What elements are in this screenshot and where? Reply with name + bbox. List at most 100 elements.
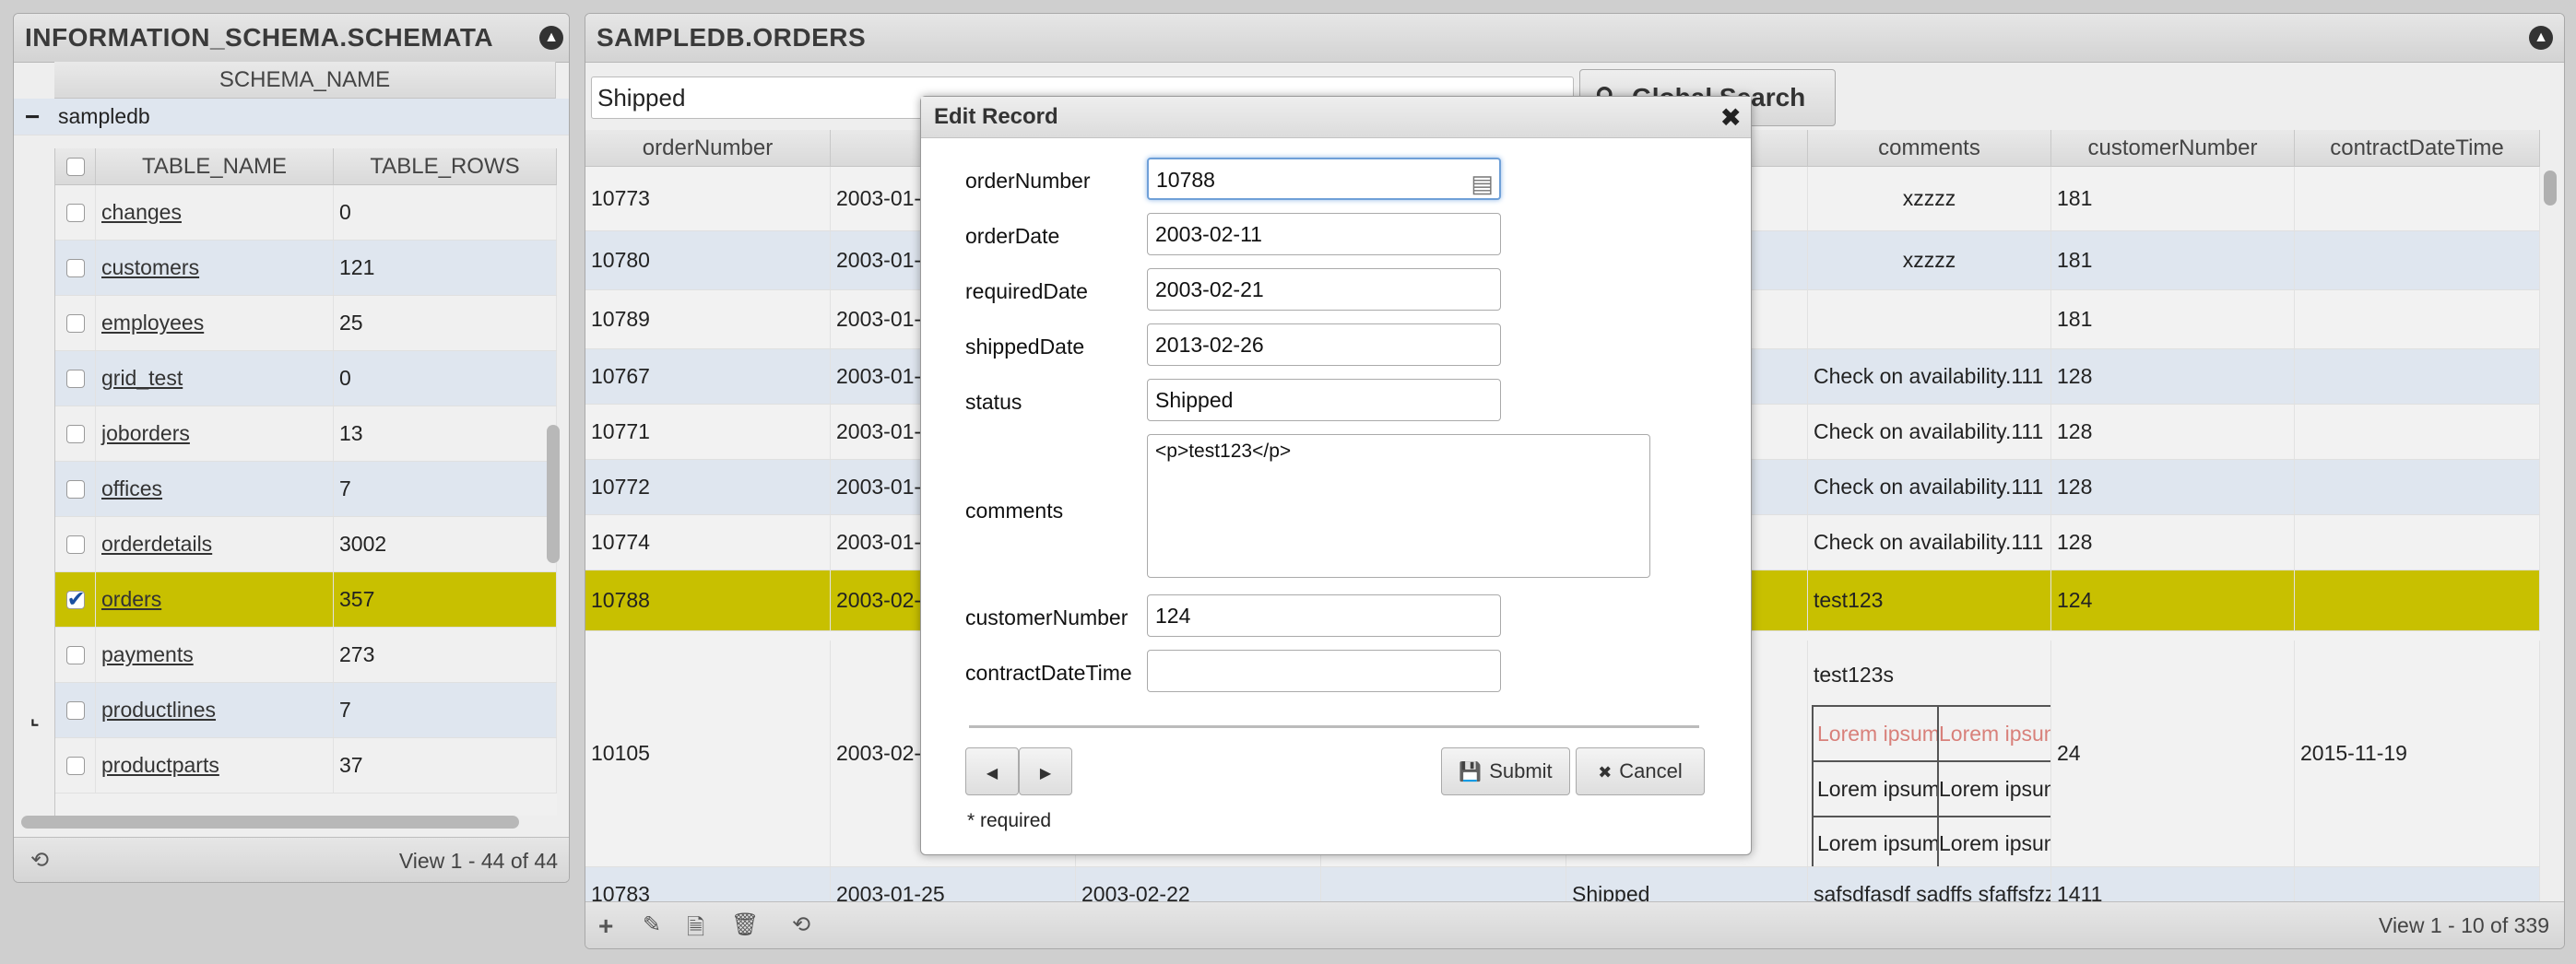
- submit-button[interactable]: 💾 Submit: [1441, 747, 1570, 795]
- orderdate-field[interactable]: 2003-02-11: [1147, 213, 1501, 255]
- status-field[interactable]: Shipped: [1147, 379, 1501, 421]
- table-name-cell[interactable]: productlines: [96, 683, 334, 737]
- column-header-ordernumber[interactable]: orderNumber: [585, 130, 831, 167]
- tables-vertical-scrollbar[interactable]: [547, 425, 560, 563]
- row-checkbox[interactable]: [65, 700, 85, 720]
- cell-customernumber: 24: [2051, 641, 2295, 866]
- row-checkbox[interactable]: [65, 586, 86, 613]
- table-name-cell[interactable]: joborders: [96, 406, 334, 461]
- cell-contractdatetime: [2295, 405, 2540, 459]
- table-name-cell[interactable]: changes: [96, 185, 334, 240]
- chevron-up-icon: ▲: [544, 29, 559, 45]
- select-all-header[interactable]: [55, 148, 96, 185]
- row-checkbox[interactable]: [65, 313, 85, 333]
- row-checkbox-cell[interactable]: [55, 572, 96, 627]
- close-dialog-icon[interactable]: ✖: [1720, 102, 1742, 133]
- column-header-comments[interactable]: comments: [1808, 130, 2051, 167]
- table-name-link[interactable]: productparts: [101, 753, 219, 778]
- row-checkbox-cell[interactable]: [55, 628, 96, 682]
- table-name-cell[interactable]: orders: [96, 572, 334, 627]
- comment-title: test123s: [1814, 663, 1894, 687]
- table-name-cell[interactable]: offices: [96, 462, 334, 516]
- table-row[interactable]: grid_test 0: [55, 351, 557, 406]
- orders-pager-text: View 1 - 10 of 339: [2379, 913, 2549, 937]
- row-checkbox[interactable]: [65, 258, 85, 277]
- contact-card-icon: ▤: [1471, 170, 1494, 197]
- cell-ordernumber: 10780: [585, 231, 831, 289]
- table-row[interactable]: offices 7: [55, 462, 557, 517]
- view-icon[interactable]: 🗎: [687, 911, 704, 948]
- refresh-icon[interactable]: ⟲: [792, 911, 810, 938]
- row-checkbox-cell[interactable]: [55, 296, 96, 350]
- comments-textarea[interactable]: <p>test123</p>: [1147, 434, 1650, 578]
- table-row[interactable]: productlines 7: [55, 683, 557, 738]
- row-checkbox-cell[interactable]: [55, 406, 96, 461]
- cell-ordernumber: 10789: [585, 290, 831, 348]
- add-icon[interactable]: +: [598, 911, 613, 941]
- column-header-customernumber[interactable]: customerNumber: [2051, 130, 2295, 167]
- table-name-link[interactable]: orders: [101, 587, 161, 612]
- edit-icon[interactable]: ✎: [643, 911, 661, 938]
- table-row[interactable]: orders 357: [55, 572, 557, 628]
- row-checkbox-cell[interactable]: [55, 241, 96, 295]
- row-checkbox-cell[interactable]: [55, 683, 96, 737]
- table-rows-cell: 7: [334, 683, 557, 737]
- row-checkbox[interactable]: [65, 203, 85, 222]
- table-row[interactable]: productparts 37: [55, 738, 557, 794]
- row-checkbox[interactable]: [65, 479, 85, 499]
- table-name-cell[interactable]: productparts: [96, 738, 334, 793]
- row-checkbox[interactable]: [65, 424, 85, 443]
- row-checkbox[interactable]: [65, 535, 85, 554]
- next-record-button[interactable]: ▶: [1019, 747, 1072, 795]
- refresh-icon[interactable]: ⟲: [30, 847, 49, 874]
- table-name-column-header[interactable]: TABLE_NAME: [96, 148, 334, 185]
- contractdatetime-field[interactable]: [1147, 650, 1501, 692]
- schema-name-column-header[interactable]: SCHEMA_NAME: [54, 62, 556, 99]
- table-name-link[interactable]: productlines: [101, 698, 216, 723]
- table-name-cell[interactable]: employees: [96, 296, 334, 350]
- row-checkbox-cell[interactable]: [55, 462, 96, 516]
- delete-icon[interactable]: 🗑: [731, 911, 759, 938]
- table-rows-column-header[interactable]: TABLE_ROWS: [334, 148, 557, 185]
- table-row[interactable]: joborders 13: [55, 406, 557, 462]
- table-name-cell[interactable]: orderdetails: [96, 517, 334, 571]
- table-name-cell[interactable]: grid_test: [96, 351, 334, 406]
- column-header-contractdatetime[interactable]: contractDateTime: [2295, 130, 2540, 167]
- ordernumber-field[interactable]: 10788 ▤: [1147, 158, 1501, 200]
- table-row[interactable]: employees 25: [55, 296, 557, 351]
- table-name-link[interactable]: joborders: [101, 421, 190, 446]
- table-name-cell[interactable]: customers: [96, 241, 334, 295]
- table-name-link[interactable]: offices: [101, 476, 162, 501]
- collapse-right-panel-button[interactable]: ▲: [2529, 26, 2553, 50]
- table-name-link[interactable]: grid_test: [101, 366, 183, 391]
- row-checkbox-cell[interactable]: [55, 351, 96, 406]
- table-row[interactable]: payments 273: [55, 628, 557, 683]
- table-row[interactable]: orderdetails 3002: [55, 517, 557, 572]
- table-row[interactable]: customers 121: [55, 241, 557, 296]
- collapse-left-panel-button[interactable]: ▲: [539, 26, 563, 50]
- shippeddate-field[interactable]: 2013-02-26: [1147, 323, 1501, 366]
- row-checkbox-cell[interactable]: [55, 738, 96, 793]
- table-name-link[interactable]: employees: [101, 311, 204, 335]
- table-name-cell[interactable]: payments: [96, 628, 334, 682]
- requireddate-field[interactable]: 2003-02-21: [1147, 268, 1501, 311]
- row-checkbox[interactable]: [65, 756, 85, 775]
- row-checkbox-cell[interactable]: [55, 517, 96, 571]
- customernumber-field[interactable]: 124: [1147, 594, 1501, 637]
- previous-record-button[interactable]: ◀: [965, 747, 1019, 795]
- expand-icon[interactable]: −: [25, 102, 40, 132]
- cell-ordernumber: 10773: [585, 167, 831, 230]
- cancel-button[interactable]: ✖ Cancel: [1576, 747, 1705, 795]
- schema-row[interactable]: − sampledb: [14, 99, 569, 135]
- row-checkbox[interactable]: [65, 645, 85, 664]
- table-name-link[interactable]: customers: [101, 255, 199, 280]
- select-all-checkbox[interactable]: [65, 158, 85, 176]
- table-name-link[interactable]: changes: [101, 200, 182, 225]
- orders-vertical-scrollbar[interactable]: [2544, 170, 2557, 206]
- row-checkbox[interactable]: [65, 369, 85, 388]
- table-row[interactable]: changes 0: [55, 185, 557, 241]
- table-name-link[interactable]: payments: [101, 642, 194, 667]
- tables-horizontal-scrollbar[interactable]: [21, 816, 519, 829]
- row-checkbox-cell[interactable]: [55, 185, 96, 240]
- table-name-link[interactable]: orderdetails: [101, 532, 212, 557]
